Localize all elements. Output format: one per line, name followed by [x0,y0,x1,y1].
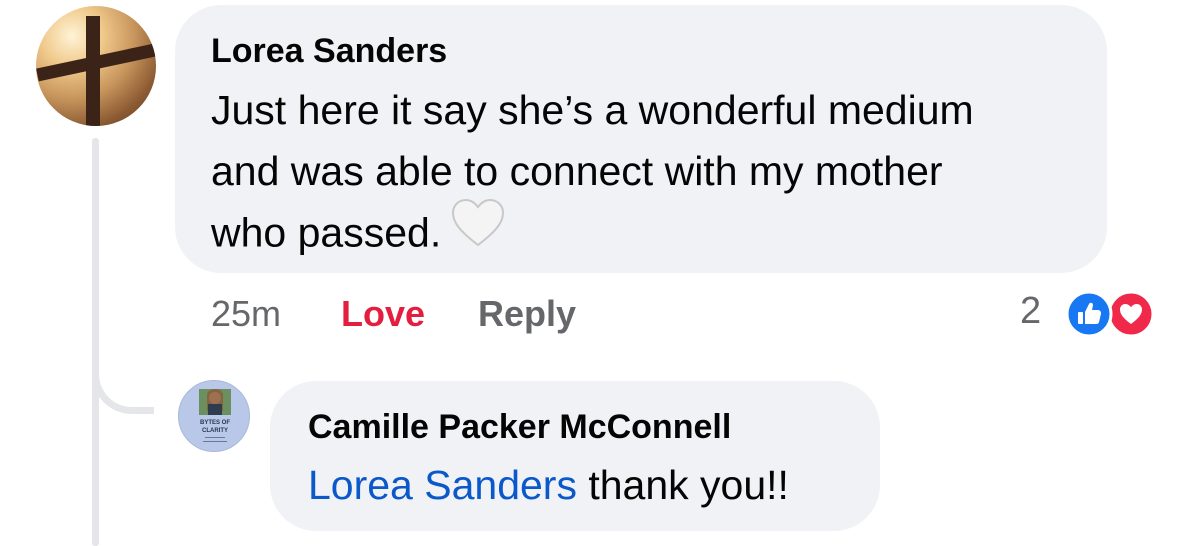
bytes-of-clarity-logo: BYTES OF CLARITY [199,389,231,442]
avatar-text: CLARITY [202,428,228,434]
comment-text-line: and was able to connect with my mother [211,148,943,194]
reply-text-body: thank you!! [576,462,789,508]
cross-avatar-image [36,16,156,126]
reply-avatar[interactable]: BYTES OF CLARITY [178,380,250,452]
reaction-count[interactable]: 2 [1020,290,1041,333]
timestamp[interactable]: 25m [211,292,281,336]
comment-text-line: who passed. [211,198,1091,269]
reaction-icons[interactable] [1057,290,1157,338]
mention-link[interactable]: Lorea Sanders [308,462,577,508]
white-heart-icon [451,198,505,265]
comment-author[interactable]: Lorea Sanders [211,32,447,71]
avatar[interactable] [36,6,156,126]
comment-text-fragment: who passed. [211,209,442,256]
comment-text-line: Just here it say she’s a wonderful mediu… [211,87,974,133]
thread-connector [92,350,154,414]
reply-text: Lorea Sanders thank you!! [308,460,789,510]
reply-button[interactable]: Reply [478,292,576,336]
comment-text: Just here it say she’s a wonderful mediu… [211,80,1091,269]
reply-author[interactable]: Camille Packer McConnell [308,408,731,447]
avatar-text: BYTES OF [200,420,230,426]
love-reaction-icon [1107,290,1155,338]
like-reaction-icon [1065,290,1113,338]
love-button[interactable]: Love [341,292,425,336]
thread-line [92,138,99,546]
